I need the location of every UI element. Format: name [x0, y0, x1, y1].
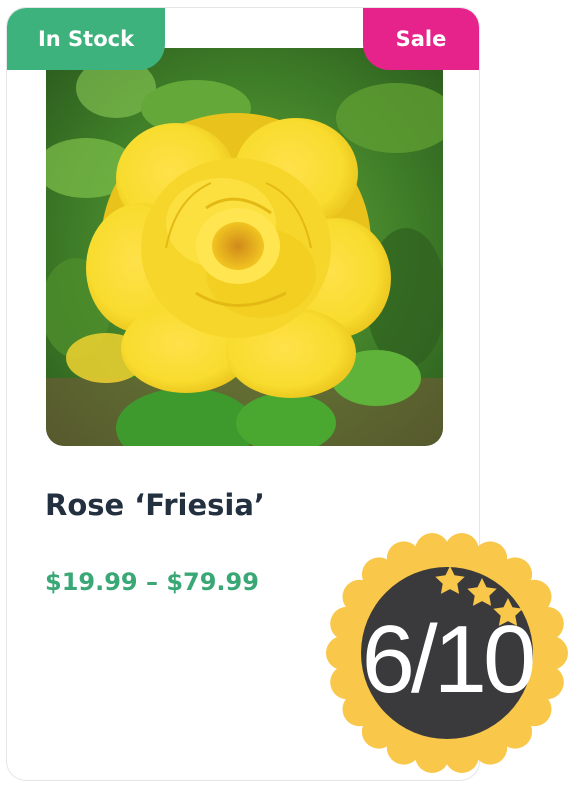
product-title[interactable]: Rose ‘Friesia’ — [45, 488, 265, 522]
in-stock-label: In Stock — [37, 27, 135, 51]
sale-label: Sale — [395, 27, 447, 51]
sale-badge: Sale — [363, 8, 479, 70]
yellow-rose-photo — [46, 48, 443, 446]
product-image[interactable] — [46, 48, 443, 446]
in-stock-badge: In Stock — [7, 8, 165, 70]
product-price: $19.99 – $79.99 — [45, 568, 259, 596]
rating-score: 6/10 — [361, 606, 537, 713]
rating-badge: 6/10 — [322, 528, 572, 778]
